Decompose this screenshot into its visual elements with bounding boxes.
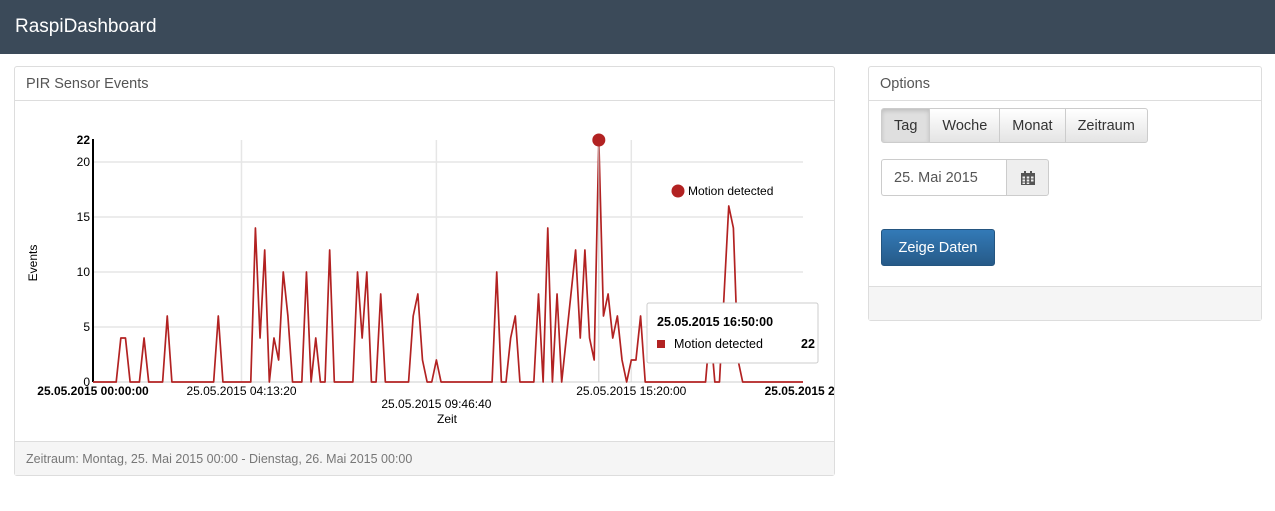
calendar-button[interactable] — [1006, 159, 1049, 196]
options-panel-footer — [869, 286, 1261, 320]
highlighted-data-point[interactable] — [592, 133, 606, 147]
date-picker — [881, 159, 1049, 196]
pir-events-chart: 051015202225.05.2015 00:00:00 25.05.2015 … — [26, 133, 834, 426]
show-data-button[interactable]: Zeige Daten — [881, 229, 995, 266]
y-tick-label: 20 — [77, 155, 91, 169]
options-panel-title: Options — [869, 67, 1261, 101]
range-button-group: Tag Woche Monat Zeitraum — [881, 108, 1148, 143]
x-tick-label: 25.05.2015 15:20:00 — [576, 384, 686, 398]
y-tick-label: 10 — [77, 265, 91, 279]
brand-link[interactable]: RaspiDashboard — [15, 15, 157, 39]
range-button-monat[interactable]: Monat — [999, 108, 1066, 143]
chart-panel: PIR Sensor Events 0 5 10 15 20 22 25.05.2015 0… — [14, 66, 835, 476]
y-tick-label: 22 — [77, 133, 91, 147]
navbar: RaspiDashboard — [0, 0, 1275, 54]
legend-label[interactable]: Motion detected — [688, 184, 773, 198]
y-tick-label: 5 — [83, 320, 90, 334]
range-button-tag[interactable]: Tag — [881, 108, 931, 143]
date-input[interactable] — [881, 159, 1006, 196]
x-tick-label: 25.05.2015 23 — [765, 384, 834, 398]
tooltip-series-label: Motion detected — [674, 337, 763, 351]
y-tick-label: 15 — [77, 210, 91, 224]
chart-panel-title: PIR Sensor Events — [15, 67, 834, 101]
x-tick-label: 25.05.2015 00:00:00 — [37, 384, 149, 398]
legend-marker-icon — [671, 184, 685, 198]
chart-panel-footer: Zeitraum: Montag, 25. Mai 2015 00:00 - D… — [15, 441, 834, 475]
chart-legend[interactable]: Motion detected — [671, 184, 774, 198]
tooltip-title: 25.05.2015 16:50:00 — [657, 315, 773, 329]
chart-tooltip: 25.05.2015 16:50:00 Motion detected 22 — [646, 302, 819, 364]
calendar-icon — [1020, 170, 1035, 185]
x-tick-label: 25.05.2015 04:13:20 — [186, 384, 296, 398]
x-axis-title: Zeit — [437, 412, 458, 426]
tooltip-box — [646, 302, 819, 364]
tooltip-value: 22 — [801, 337, 815, 351]
y-axis-title: Events — [26, 245, 40, 282]
tooltip-series-marker — [657, 340, 665, 348]
options-panel: Options Tag Woche Monat Zeitraum Zeige D… — [868, 66, 1262, 321]
range-button-woche[interactable]: Woche — [929, 108, 1001, 143]
range-button-zeitraum[interactable]: Zeitraum — [1064, 108, 1148, 143]
x-tick-label: 25.05.2015 09:46:40 — [381, 397, 491, 411]
